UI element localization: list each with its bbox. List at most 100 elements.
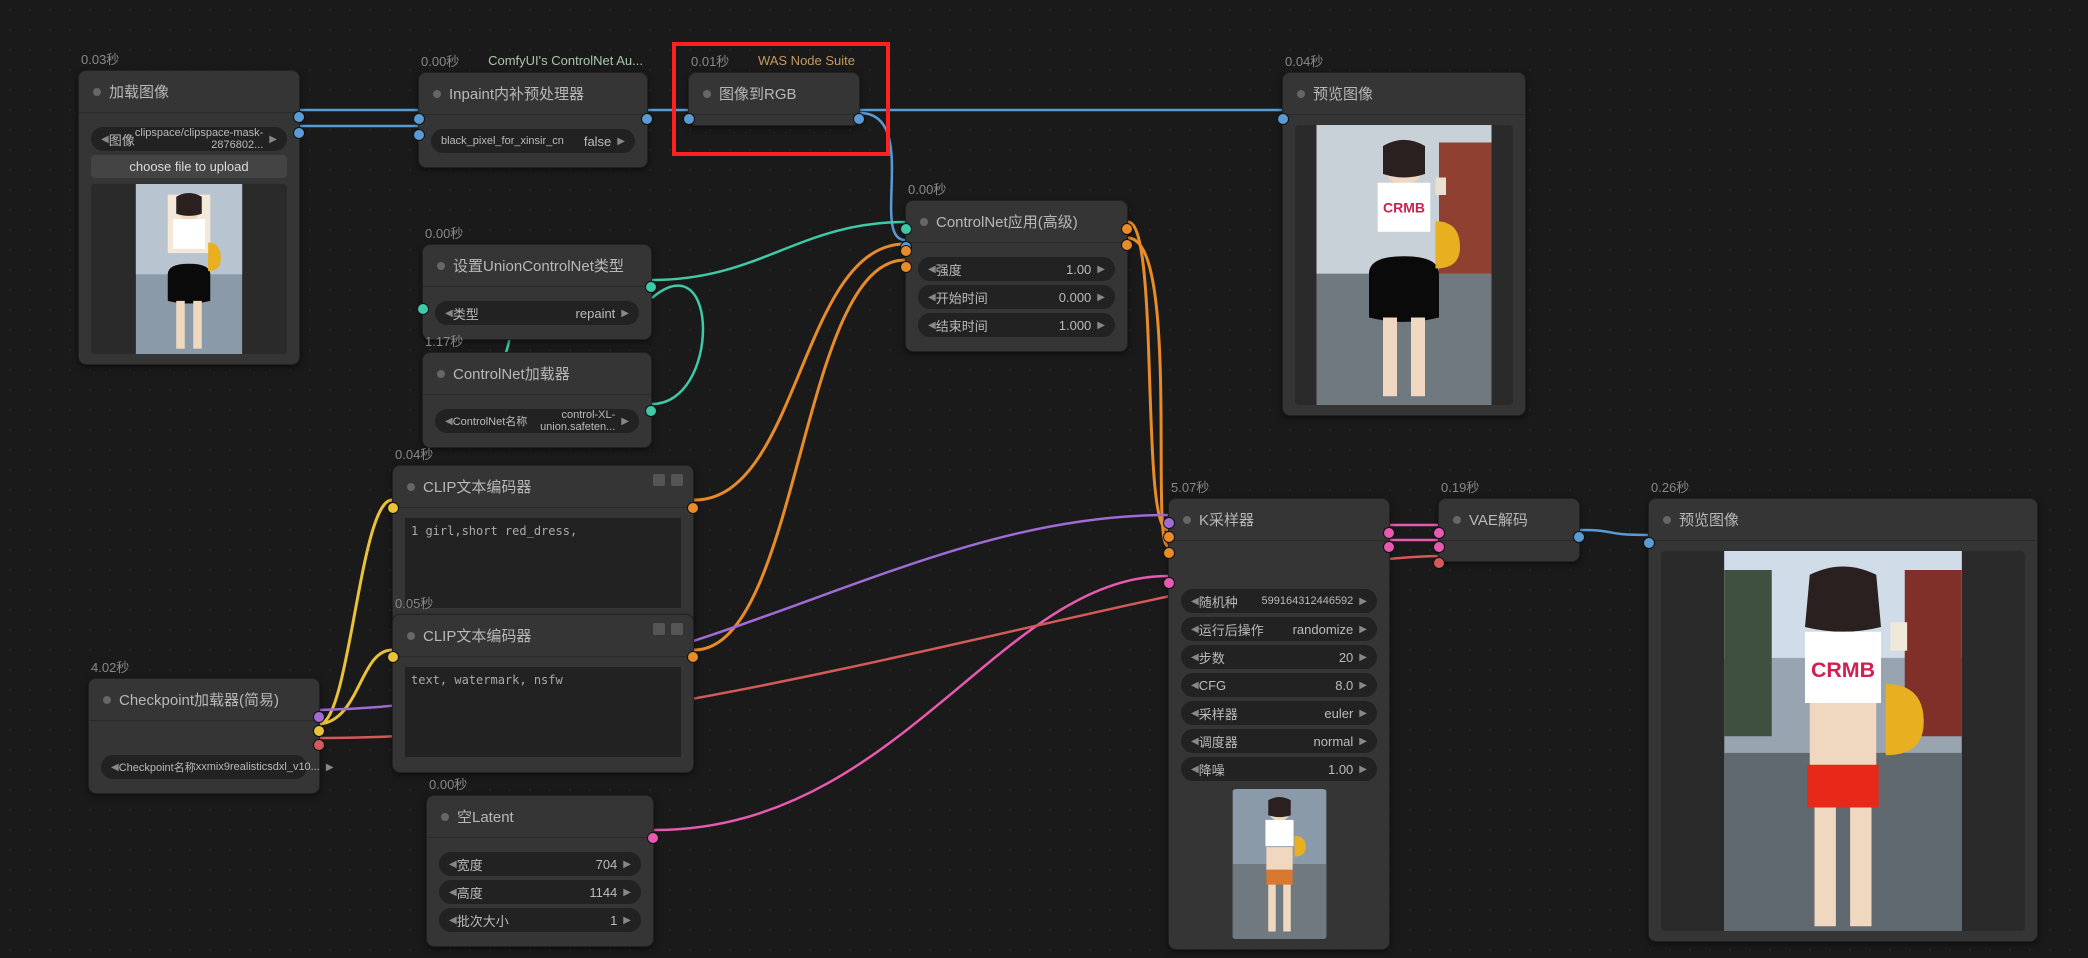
input-clip-slot[interactable]: [387, 502, 399, 514]
input-slot[interactable]: [413, 113, 425, 125]
output-model-slot[interactable]: [313, 711, 325, 723]
sampler-widget[interactable]: ◀采样器euler▶: [1181, 701, 1377, 725]
exec-time: 0.19秒: [1441, 477, 1479, 496]
node-title-text: 预览图像: [1679, 509, 1739, 530]
output-latent-slot[interactable]: [1383, 527, 1395, 539]
icon: [653, 623, 665, 635]
steps-widget[interactable]: ◀步数20▶: [1181, 645, 1377, 669]
widget-value: control-XL-union.safeten...: [527, 409, 621, 433]
input-slot[interactable]: [1433, 541, 1445, 553]
node-load-image[interactable]: 0.03秒 加载图像 ◀ 图像 clipspace/clipspace-mask…: [78, 70, 300, 365]
input-slot[interactable]: [417, 303, 429, 315]
icon: [671, 623, 683, 635]
output-slot[interactable]: [645, 281, 657, 293]
output-slot[interactable]: [853, 113, 865, 125]
output-vae-slot[interactable]: [313, 739, 325, 751]
node-clip-text-encode-negative[interactable]: 0.05秒 CLIP文本编码器: [392, 614, 694, 773]
node-image-to-rgb[interactable]: 0.01秒 WAS Node Suite 图像到RGB: [688, 72, 860, 126]
exec-time: 0.00秒: [908, 179, 946, 198]
input-pos-slot[interactable]: [1163, 531, 1175, 543]
node-title-text: 加载图像: [109, 81, 169, 102]
input-slot[interactable]: [900, 261, 912, 273]
node-empty-latent[interactable]: 0.00秒 空Latent ◀宽度704▶ ◀高度1144▶ ◀批次大小1▶: [426, 795, 654, 947]
chevron-right-icon: ▶: [621, 308, 629, 319]
exec-time: 0.01秒: [691, 51, 729, 70]
output-slot[interactable]: [1121, 239, 1133, 251]
exec-time: 4.02秒: [91, 657, 129, 676]
output-cond-slot[interactable]: [687, 651, 699, 663]
bool-widget[interactable]: black_pixel_for_xinsir_cn false ▶: [431, 129, 635, 153]
input-slot[interactable]: [900, 245, 912, 257]
output-slot[interactable]: [645, 405, 657, 417]
model-widget[interactable]: ◀ ControlNet名称 control-XL-union.safeten.…: [435, 409, 639, 433]
width-widget[interactable]: ◀宽度704▶: [439, 852, 641, 876]
input-slot[interactable]: [413, 129, 425, 141]
height-widget[interactable]: ◀高度1144▶: [439, 880, 641, 904]
node-title-text: CLIP文本编码器: [423, 476, 531, 497]
cfg-widget[interactable]: ◀CFG8.0▶: [1181, 673, 1377, 697]
prompt-textarea[interactable]: [405, 667, 681, 757]
input-slot[interactable]: [900, 223, 912, 235]
control-after-widget[interactable]: ◀运行后操作randomize▶: [1181, 617, 1377, 641]
node-controlnet-apply-advanced[interactable]: 0.00秒 ControlNet应用(高级) ◀强度1.00▶ ◀开始时间0.0…: [905, 200, 1128, 352]
output-clip-slot[interactable]: [313, 725, 325, 737]
output-slot[interactable]: [1121, 223, 1133, 235]
widget-value: clipspace/clipspace-mask-2876802...: [135, 127, 270, 151]
seed-widget[interactable]: ◀随机种599164312446592▶: [1181, 589, 1377, 613]
node-title-text: 图像到RGB: [719, 83, 797, 104]
node-preview-image-1[interactable]: 0.04秒 预览图像 CRMB: [1282, 72, 1526, 416]
input-model-slot[interactable]: [1163, 517, 1175, 529]
batch-widget[interactable]: ◀批次大小1▶: [439, 908, 641, 932]
node-set-union-controlnet-type[interactable]: 0.00秒 设置UnionControlNet类型 ◀ 类型 repaint ▶: [422, 244, 652, 340]
input-slot[interactable]: [1643, 537, 1655, 549]
node-controlnet-loader[interactable]: 1.17秒 ControlNet加载器 ◀ ControlNet名称 contr…: [422, 352, 652, 448]
start-widget[interactable]: ◀开始时间0.000▶: [918, 285, 1115, 309]
input-clip-slot[interactable]: [387, 651, 399, 663]
node-title-text: CLIP文本编码器: [423, 625, 531, 646]
output-latent-slot[interactable]: [647, 832, 659, 844]
input-latent-slot[interactable]: [1163, 577, 1175, 589]
input-slot[interactable]: [1277, 113, 1289, 125]
exec-time: 0.04秒: [1285, 51, 1323, 70]
prompt-textarea[interactable]: [405, 518, 681, 608]
output-slot[interactable]: [641, 113, 653, 125]
type-widget[interactable]: ◀ 类型 repaint ▶: [435, 301, 639, 325]
widget-value: repaint: [479, 306, 622, 321]
node-checkpoint-loader[interactable]: 4.02秒 Checkpoint加载器(简易) ◀ Checkpoint名称 x…: [88, 678, 320, 794]
latent-preview: [1232, 789, 1327, 939]
exec-time: 0.03秒: [81, 49, 119, 68]
chevron-left-icon: ◀: [445, 308, 453, 319]
output-image-slot[interactable]: [1573, 531, 1585, 543]
node-ksampler[interactable]: 5.07秒 K采样器 ◀随机种599164312446592▶ ◀运行后操作ra…: [1168, 498, 1390, 950]
output-slot[interactable]: [1383, 541, 1395, 553]
end-widget[interactable]: ◀结束时间1.000▶: [918, 313, 1115, 337]
input-neg-slot[interactable]: [1163, 547, 1175, 559]
input-slot[interactable]: [683, 113, 695, 125]
denoise-widget[interactable]: ◀降噪1.00▶: [1181, 757, 1377, 781]
output-mask-slot[interactable]: [293, 127, 305, 139]
widget-label: 图像: [109, 130, 135, 149]
node-inpaint-preprocessor[interactable]: 0.00秒 ComfyUI's ControlNet Au... Inpaint…: [418, 72, 648, 168]
chevron-left-icon: ◀: [101, 134, 109, 145]
node-preview-image-2[interactable]: 0.26秒 预览图像 CRMB: [1648, 498, 2038, 942]
upload-button[interactable]: choose file to upload: [91, 155, 287, 178]
node-graph-canvas[interactable]: 0.03秒 加载图像 ◀ 图像 clipspace/clipspace-mask…: [0, 0, 2088, 958]
ckpt-widget[interactable]: ◀ Checkpoint名称 xxmix9realisticsdxl_v10..…: [101, 755, 307, 779]
strength-widget[interactable]: ◀强度1.00▶: [918, 257, 1115, 281]
chevron-left-icon: ◀: [445, 416, 453, 427]
input-vae-slot[interactable]: [1433, 557, 1445, 569]
exec-time: 1.17秒: [425, 331, 463, 350]
input-latent-slot[interactable]: [1433, 527, 1445, 539]
node-badge: WAS Node Suite: [758, 53, 855, 68]
node-clip-text-encode-positive[interactable]: 0.04秒 CLIP文本编码器: [392, 465, 694, 624]
node-vae-decode[interactable]: 0.19秒 VAE解码: [1438, 498, 1580, 562]
exec-time: 0.00秒: [429, 774, 467, 793]
widget-value: false: [564, 134, 617, 149]
output-cond-slot[interactable]: [687, 502, 699, 514]
image-preview: [91, 184, 287, 354]
node-title-text: 设置UnionControlNet类型: [453, 255, 624, 276]
chevron-right-icon: ▶: [617, 136, 625, 147]
image-select-widget[interactable]: ◀ 图像 clipspace/clipspace-mask-2876802...…: [91, 127, 287, 151]
output-image-slot[interactable]: [293, 111, 305, 123]
scheduler-widget[interactable]: ◀调度器normal▶: [1181, 729, 1377, 753]
